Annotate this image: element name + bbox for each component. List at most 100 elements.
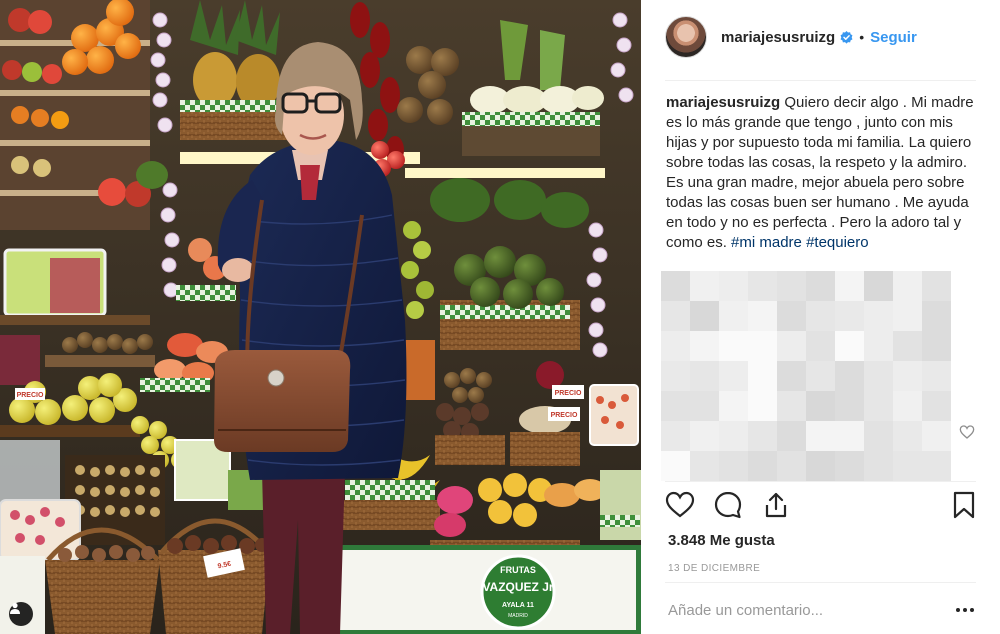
blur-tile	[835, 451, 864, 481]
blur-tile	[777, 451, 806, 481]
blur-tile	[922, 421, 951, 451]
blur-tile	[777, 421, 806, 451]
user-tag-button[interactable]	[9, 602, 33, 626]
blur-tile	[835, 391, 864, 421]
sign-line4: MADRID	[508, 613, 528, 619]
blur-tile	[777, 331, 806, 361]
blur-tile	[661, 271, 690, 301]
comment-input[interactable]	[668, 596, 938, 624]
heart-icon[interactable]	[665, 490, 695, 520]
hashtag-tequiero[interactable]: #tequiero	[806, 234, 869, 251]
blur-tile	[690, 361, 719, 391]
blur-tile	[719, 331, 748, 361]
blur-tile	[806, 391, 835, 421]
blur-tile	[835, 361, 864, 391]
blur-tile	[748, 271, 777, 301]
blur-tile	[806, 361, 835, 391]
header-username[interactable]: mariajesusruizg	[721, 29, 835, 46]
blur-tile	[748, 301, 777, 331]
comment-icon[interactable]	[713, 490, 743, 520]
divider	[665, 582, 976, 583]
blur-tile	[835, 271, 864, 301]
blur-tile	[893, 451, 922, 481]
pixelated-comments	[661, 271, 951, 481]
post-caption: mariajesusruizg Quiero decir algo . Mi m…	[666, 93, 978, 253]
stall-sign: FRUTAS VAZQUEZ Jr AYALA 11 MADRID	[480, 554, 556, 630]
caption-username[interactable]: mariajesusruizg	[666, 94, 780, 111]
blur-tile	[893, 271, 922, 301]
blur-tile	[864, 331, 893, 361]
hashtag-mi-madre[interactable]: #mi madre	[731, 234, 802, 251]
share-icon[interactable]	[761, 490, 791, 520]
fruit-stall-photo: FRUTAS VAZQUEZ Jr AYALA 11 MADRID 9.5€ P…	[0, 0, 641, 634]
blur-tile	[806, 451, 835, 481]
blur-tile	[661, 391, 690, 421]
blur-tile	[690, 331, 719, 361]
blur-tile	[806, 421, 835, 451]
blur-tile	[922, 301, 951, 331]
blur-tile	[893, 331, 922, 361]
price-tag-3: PRECIO	[551, 412, 578, 419]
blur-tile	[922, 391, 951, 421]
sign-line1: FRUTAS	[500, 565, 536, 575]
sign-line2: VAZQUEZ Jr	[482, 580, 553, 594]
blur-tile	[835, 331, 864, 361]
blur-tile	[719, 451, 748, 481]
blur-tile	[748, 331, 777, 361]
blur-tile	[748, 361, 777, 391]
blur-tile	[806, 331, 835, 361]
blur-tile	[661, 421, 690, 451]
caption-text: Quiero decir algo . Mi madre es lo más g…	[666, 94, 974, 251]
blur-tile	[893, 301, 922, 331]
divider	[665, 481, 976, 482]
price-tag-2: PRECIO	[555, 390, 582, 397]
blur-tile	[719, 301, 748, 331]
avatar[interactable]	[665, 16, 707, 58]
blur-tile	[864, 361, 893, 391]
more-options-icon[interactable]	[953, 600, 977, 620]
blur-tile	[661, 331, 690, 361]
blur-tile	[806, 271, 835, 301]
blur-tile	[806, 301, 835, 331]
blur-tile	[719, 421, 748, 451]
blur-tile	[893, 361, 922, 391]
blur-tile	[748, 421, 777, 451]
blur-tile	[777, 271, 806, 301]
blur-tile	[690, 421, 719, 451]
likes-count[interactable]: 3.848 Me gusta	[668, 532, 775, 549]
divider	[665, 80, 976, 81]
blur-tile	[661, 451, 690, 481]
blur-tile	[777, 391, 806, 421]
post-photo[interactable]: FRUTAS VAZQUEZ Jr AYALA 11 MADRID 9.5€ P…	[0, 0, 641, 634]
blur-tile	[777, 361, 806, 391]
user-tag-icon	[10, 602, 20, 614]
blur-tile	[864, 301, 893, 331]
blur-tile	[719, 271, 748, 301]
dot-shape	[956, 608, 960, 612]
sign-line3: AYALA 11	[502, 602, 534, 609]
blur-tile	[922, 271, 951, 301]
follow-button[interactable]: Seguir	[870, 29, 917, 46]
action-bar	[665, 490, 977, 524]
blur-tile	[835, 301, 864, 331]
dot-shape	[963, 608, 967, 612]
blur-tile	[719, 361, 748, 391]
post-sidebar: mariajesusruizg • Seguir mariajesusruizg…	[641, 0, 1000, 634]
blur-tile	[835, 421, 864, 451]
blur-tile	[690, 271, 719, 301]
blur-tile	[893, 421, 922, 451]
blur-tile	[893, 391, 922, 421]
dot-shape	[970, 608, 974, 612]
separator-dot: •	[859, 29, 865, 45]
blur-tile	[748, 391, 777, 421]
small-heart-icon[interactable]	[959, 424, 975, 440]
bookmark-icon[interactable]	[949, 490, 979, 520]
verified-badge-icon	[840, 30, 853, 44]
blur-tile	[864, 421, 893, 451]
post-date[interactable]: 13 DE DICIEMBRE	[668, 563, 760, 574]
blur-tile	[864, 271, 893, 301]
post-header: mariajesusruizg • Seguir	[665, 14, 977, 60]
blur-tile	[922, 331, 951, 361]
blur-tile	[922, 451, 951, 481]
blur-tile	[719, 391, 748, 421]
